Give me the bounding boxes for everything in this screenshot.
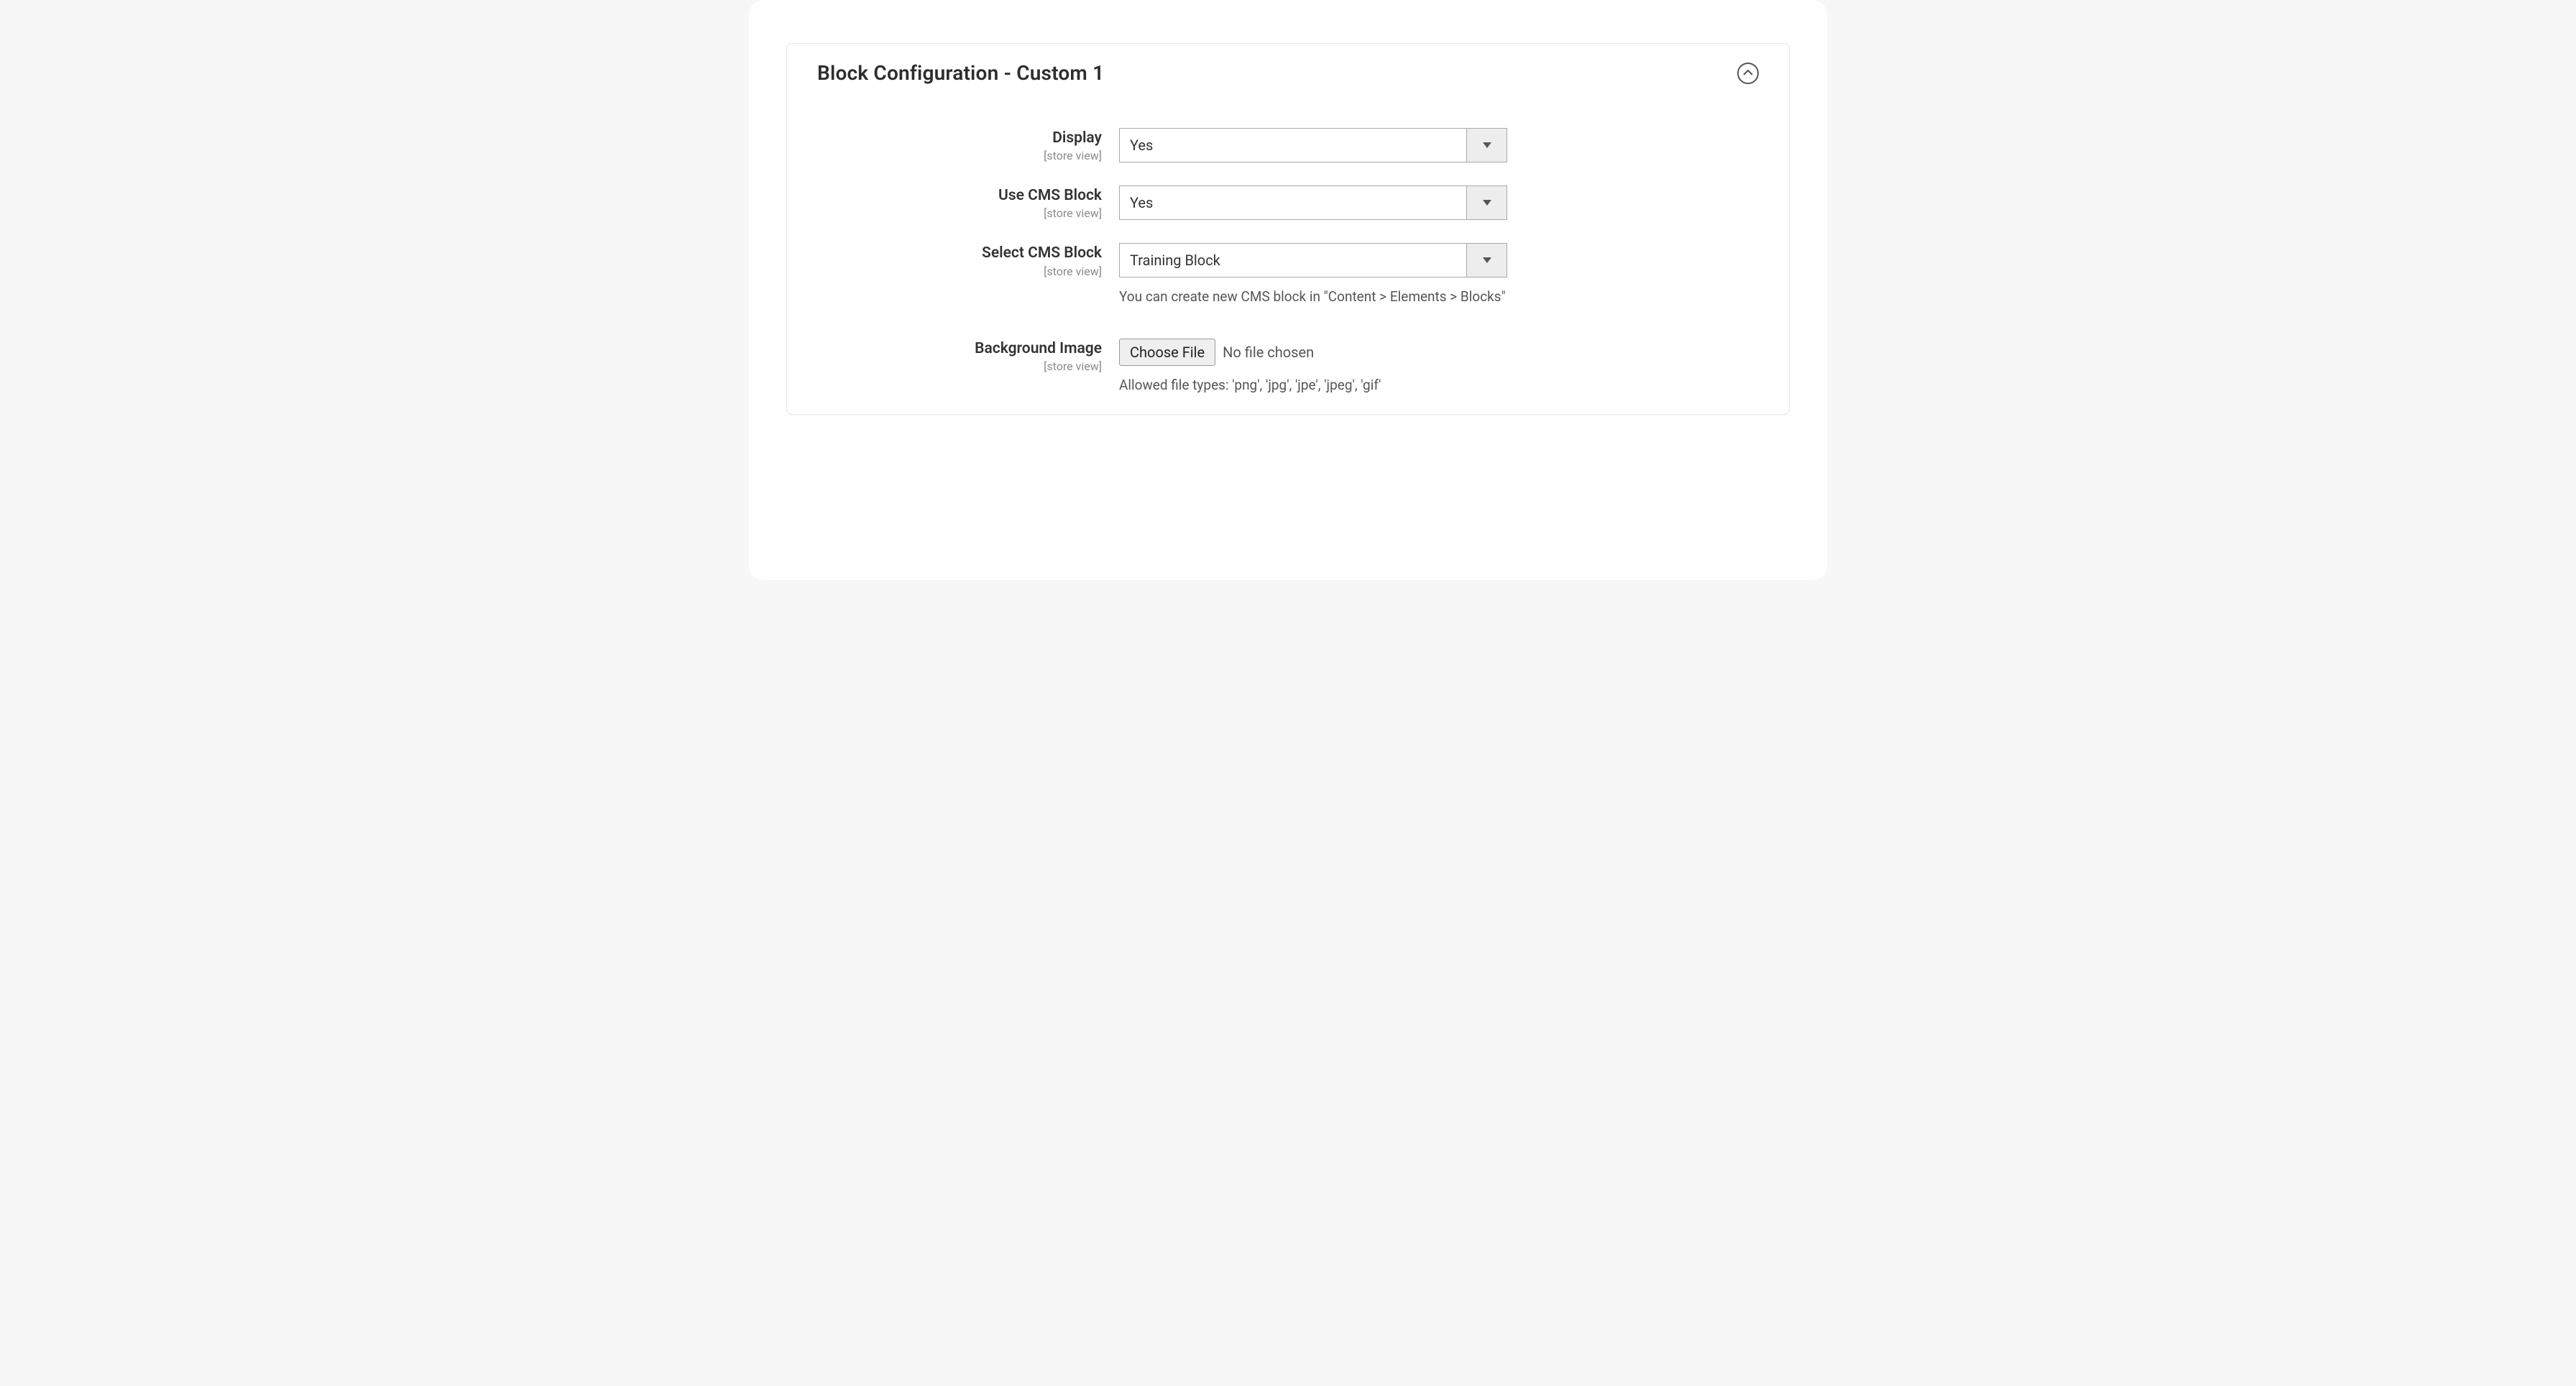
input-col: Choose File No file chosen Allowed file …	[1119, 339, 1507, 395]
input-col: Yes	[1119, 128, 1507, 162]
chevron-down-icon	[1466, 186, 1506, 219]
input-col: Yes	[1119, 185, 1507, 220]
collapse-toggle-button[interactable]	[1737, 63, 1759, 84]
select-cms-block-select-value: Training Block	[1120, 244, 1466, 277]
file-chosen-status: No file chosen	[1223, 344, 1314, 361]
file-input-row: Choose File No file chosen	[1119, 339, 1507, 366]
use-cms-block-select-value: Yes	[1120, 186, 1466, 219]
display-select-value: Yes	[1120, 129, 1466, 162]
display-label: Display	[817, 129, 1102, 147]
display-select[interactable]: Yes	[1119, 128, 1507, 162]
display-scope: [store view]	[817, 149, 1102, 162]
choose-file-button[interactable]: Choose File	[1119, 339, 1215, 366]
label-col: Select CMS Block [store view]	[817, 243, 1119, 277]
background-image-scope: [store view]	[817, 359, 1102, 373]
panel-body: Display [store view] Yes Use CMS Block	[787, 92, 1789, 414]
select-cms-block-select[interactable]: Training Block	[1119, 243, 1507, 277]
use-cms-block-select[interactable]: Yes	[1119, 185, 1507, 220]
field-select-cms-block: Select CMS Block [store view] Training B…	[817, 243, 1759, 307]
label-col: Background Image [store view]	[817, 339, 1119, 373]
use-cms-block-scope: [store view]	[817, 206, 1102, 220]
select-cms-block-label: Select CMS Block	[817, 244, 1102, 262]
outer-frame: Block Configuration - Custom 1 Display […	[749, 0, 1827, 580]
select-cms-block-help: You can create new CMS block in "Content…	[1119, 288, 1507, 307]
field-display: Display [store view] Yes	[817, 128, 1759, 162]
chevron-down-icon	[1466, 129, 1506, 162]
panel-title: Block Configuration - Custom 1	[817, 61, 1104, 85]
chevron-down-icon	[1466, 244, 1506, 277]
field-use-cms-block: Use CMS Block [store view] Yes	[817, 185, 1759, 220]
field-background-image: Background Image [store view] Choose Fil…	[817, 339, 1759, 395]
chevron-up-icon	[1743, 70, 1753, 76]
select-cms-block-scope: [store view]	[817, 265, 1102, 278]
panel-header: Block Configuration - Custom 1	[787, 44, 1789, 92]
input-col: Training Block You can create new CMS bl…	[1119, 243, 1507, 307]
use-cms-block-label: Use CMS Block	[817, 187, 1102, 205]
label-col: Display [store view]	[817, 128, 1119, 162]
background-image-help: Allowed file types: 'png', 'jpg', 'jpe',…	[1119, 376, 1507, 395]
background-image-label: Background Image	[817, 340, 1102, 358]
block-configuration-panel: Block Configuration - Custom 1 Display […	[786, 43, 1790, 415]
label-col: Use CMS Block [store view]	[817, 185, 1119, 220]
